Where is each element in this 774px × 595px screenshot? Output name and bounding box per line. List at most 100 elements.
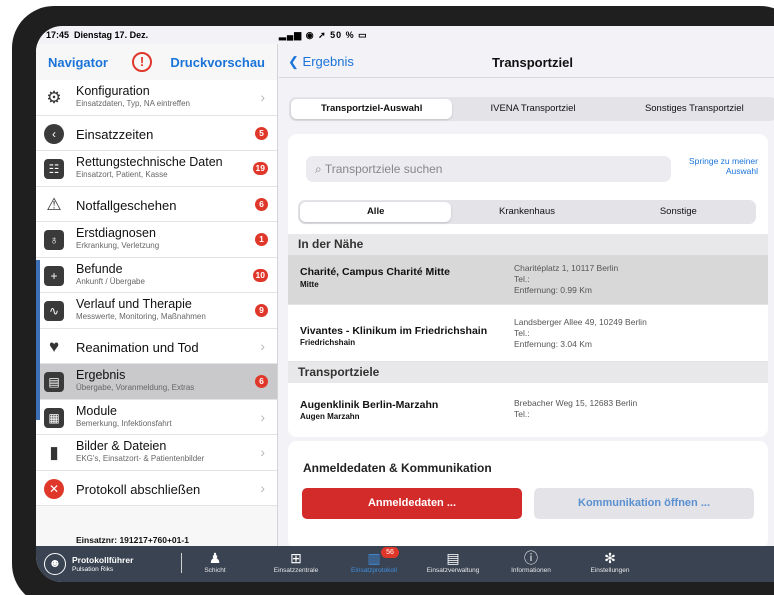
file-icon: ▮ [49,443,59,462]
list-item[interactable]: Charité, Campus Charité Mitte Mitte Char… [288,255,768,305]
jump-to-selection-link[interactable]: Springe zu meiner Auswahl [688,156,758,176]
navigator-title[interactable]: Navigator [48,55,108,70]
status-date: Dienstag 17. Dez. [74,30,149,40]
tab-label: Einsatzverwaltung [426,567,480,574]
tab-einsatzprotokoll[interactable]: ▥ Einsatzprotokoll 56 [335,547,413,580]
print-preview-button[interactable]: Druckvorschau [170,55,265,70]
chevron-right-icon: › [260,89,265,105]
sidebar-item-sublabel: Messwerte, Monitoring, Maßnahmen [76,312,206,321]
sidebar-item-bilder-dateien[interactable]: ▮ Bilder & Dateien EKG's, Einsatzort- & … [36,435,277,471]
scroll-accent [36,260,40,420]
sidebar-item-befunde[interactable]: + Befunde Ankunft / Übergabe 10 [36,257,277,293]
sidebar-item-konfiguration[interactable]: ⚙ Konfiguration Einsatzdaten, Typ, NA ei… [36,80,277,116]
detail-pane: ❮ Ergebnis Transportziel Transportziel-A… [279,44,774,549]
tab-label: Einsatzprotokoll [351,567,397,574]
target-short-name: Augen Marzahn [300,412,360,421]
filter-segment: Alle Krankenhaus Sonstige [298,200,756,224]
tab-schicht[interactable]: ♟ Schicht [176,550,254,580]
sidebar-item-sublabel: EKG's, Einsatzort- & Patientenbilder [76,454,205,463]
sidebar-item-label: Notfallgeschehen [76,197,177,213]
count-badge: 9 [255,304,268,317]
sidebar-item-label: Reanimation und Tod [76,339,199,355]
target-tel: Tel.: [514,274,530,284]
target-details: Charitéplatz 1, 10117 Berlin Tel.: Entfe… [514,263,618,296]
section-header-near: In der Nähe [288,234,768,255]
sidebar-item-label: Module [76,403,117,418]
info-icon: ⓘ [524,550,538,566]
target-tel: Tel.: [514,409,530,419]
target-details: Landsberger Allee 49, 10249 Berlin Tel.:… [514,317,647,350]
sidebar-item-ergebnis[interactable]: ▤ Ergebnis Übergabe, Voranmeldung, Extra… [36,364,277,400]
sidebar-item-erstdiagnosen[interactable]: ♁ Erstdiagnosen Erkrankung, Verletzung 1 [36,222,277,258]
target-short-name: Mitte [300,280,319,289]
pulse-icon: ∿ [44,301,64,321]
sidebar-item-sublabel: Erkrankung, Verletzung [76,241,160,250]
count-badge: 56 [381,547,399,558]
medkit-icon: ⊞ [290,550,302,566]
sidebar-item-notfallgeschehen[interactable]: ⚠ Notfallgeschehen 6 [36,186,277,222]
count-badge: 19 [252,162,268,175]
sidebar-item-verlauf-und-therapie[interactable]: ∿ Verlauf und Therapie Messwerte, Monito… [36,293,277,329]
sidebar-item-label: Konfiguration [76,84,150,98]
search-placeholder: Transportziele suchen [324,162,443,176]
sidebar-item-label: Protokoll abschließen [76,481,201,497]
screen: 17:45 Dienstag 17. Dez. ▂▄▆ ◉ ➚ 50 % ▭ N… [36,26,774,582]
sidebar-item-label: Erstdiagnosen [76,226,156,240]
sidebar-item-reanimation-und-tod[interactable]: ♥ Reanimation und Tod › [36,328,277,364]
sidebar-item-einsatzzeiten[interactable]: ‹ Einsatzzeiten 5 [36,115,277,151]
tab-label: Einstellungen [590,567,630,574]
sidebar-item-label: Verlauf und Therapie [76,297,192,311]
stethoscope-icon: ♁ [44,230,64,250]
navigator-header: Navigator ! Druckvorschau [36,44,277,80]
grid-icon: ▦ [44,407,64,428]
tab-einsatzzentrale[interactable]: ⊞ Einsatzzentrale [257,550,335,580]
detail-header: ❮ Ergebnis Transportziel [279,44,774,78]
filter-sonstige[interactable]: Sonstige [603,202,754,222]
close-circle-icon: ✕ [44,478,64,499]
target-short-name: Friedrichshain [300,338,356,347]
tab-label: Einsatzzentrale [273,567,319,574]
sidebar-item-label: Bilder & Dateien [76,439,167,453]
tab-einsatzverwaltung[interactable]: ▤ Einsatzverwaltung [414,550,492,580]
tab-label: Informationen [511,567,551,574]
tab-sonstiges-transportziel[interactable]: Sonstiges Transportziel [614,99,774,119]
chevron-right-icon: › [260,479,265,496]
tab-ivena-transportziel[interactable]: IVENA Transportziel [452,99,613,119]
plus-icon: + [44,265,64,286]
sidebar-item-protokoll-abschliessen[interactable]: ✕ Protokoll abschließen › [36,470,277,506]
count-badge: 1 [255,233,268,246]
target-name: Charité, Campus Charité Mitte [300,266,450,278]
target-name: Augenklinik Berlin-Marzahn [300,399,439,411]
tab-informationen[interactable]: ⓘ Informationen [492,550,570,580]
tab-einstellungen[interactable]: ✻ Einstellungen [571,550,649,580]
clock-icon: ‹ [44,123,64,144]
search-input[interactable]: ⌕ Transportziele suchen [306,156,671,182]
gears-icon: ⚙ [46,88,62,107]
sidebar-item-module[interactable]: ▦ Module Bemerkung, Infektionsfahrt › [36,399,277,435]
sidebar-item-label: Einsatzzeiten [76,126,154,142]
heart-icon: ♥ [48,336,60,356]
table-icon: ☷ [44,159,64,179]
target-address: Charitéplatz 1, 10117 Berlin [514,263,619,273]
tab-transportziel-auswahl[interactable]: Transportziel-Auswahl [291,99,453,119]
filter-alle[interactable]: Alle [300,202,452,222]
filter-krankenhaus[interactable]: Krankenhaus [451,202,602,222]
target-name: Vivantes - Klinikum im Friedrichshain [300,325,488,337]
count-badge: 6 [255,375,268,388]
list-item[interactable]: Vivantes - Klinikum im Friedrichshain Fr… [288,305,768,362]
protocol-icon: ▥ [367,550,381,566]
sidebar-item-rettungstechnische-daten[interactable]: ☷ Rettungstechnische Daten Einsatzort, P… [36,151,277,187]
target-tel: Tel.: [514,328,530,338]
sidebar-item-label: Befunde [76,261,123,276]
count-badge: 10 [252,268,268,282]
status-time: 17:45 [46,30,70,40]
sidebar-item-sublabel: Einsatzort, Patient, Kasse [76,170,168,179]
anmeldedaten-button[interactable]: Anmeldedaten ... [302,488,522,519]
chevron-right-icon: › [260,408,265,425]
kommunikation-button[interactable]: Kommunikation öffnen ... [534,488,754,519]
navigator-pane: Navigator ! Druckvorschau ⚙ Konfiguratio… [36,44,278,546]
target-address: Brebacher Weg 15, 12683 Berlin [514,398,638,408]
list-item[interactable]: Augenklinik Berlin-Marzahn Augen Marzahn… [288,383,768,437]
warning-icon[interactable]: ! [132,52,152,72]
communication-header: Anmeldedaten & Kommunikation [303,461,492,475]
